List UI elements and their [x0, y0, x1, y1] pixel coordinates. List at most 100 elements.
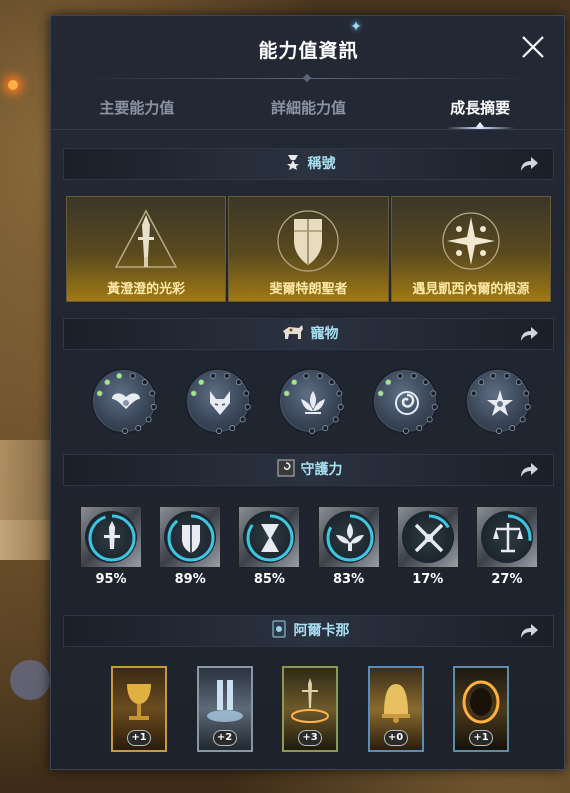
- share-arrow-icon[interactable]: [519, 622, 539, 640]
- star-burst-icon: [442, 212, 500, 270]
- guardian-percent: 83%: [333, 572, 365, 587]
- level-dot: [523, 390, 530, 397]
- arkana-card[interactable]: +3: [282, 666, 338, 752]
- ornament-icon: ✦: [350, 19, 362, 35]
- level-dot: [149, 390, 156, 397]
- level-dot: [426, 416, 433, 423]
- guardian-slot[interactable]: 83%: [317, 506, 381, 596]
- level-dot: [402, 427, 409, 434]
- shield-guardian-icon: [167, 514, 215, 562]
- lotus-emblem-icon: [301, 391, 325, 414]
- guardian-slot[interactable]: 89%: [158, 506, 222, 596]
- crystal-altar-card-icon: [206, 680, 243, 722]
- level-dot: [116, 372, 123, 379]
- guardian-percent: 17%: [412, 572, 444, 587]
- tab-growth-summary[interactable]: 成長摘要: [394, 94, 566, 129]
- title-medal-icon: [286, 155, 299, 170]
- level-dot: [316, 372, 323, 379]
- hourglass-guardian-icon: [246, 514, 294, 562]
- title-card[interactable]: 黃澄澄的光彩: [66, 196, 227, 302]
- crossed-swords-guardian-icon: [405, 514, 453, 562]
- flower-emblem-icon: [487, 390, 513, 416]
- background-building-2: [0, 520, 50, 560]
- divider-ornament: [302, 73, 312, 83]
- section-label-pets: 寵物: [310, 326, 339, 342]
- guardians-list: 95% 89% 85% 83% 17% 27%: [79, 506, 539, 596]
- level-dot: [129, 372, 136, 379]
- titles-list: 黃澄澄的光彩 斐爾特朗聖者 遇見凱西內爾的根源: [66, 196, 551, 302]
- close-icon: [522, 36, 544, 58]
- golden-chalice-card-icon: [127, 684, 151, 720]
- tab-detailed-stats[interactable]: 詳細能力值: [223, 94, 395, 129]
- level-dot: [244, 403, 251, 410]
- title-card[interactable]: 斐爾特朗聖者: [228, 196, 389, 302]
- pets-list: [91, 368, 531, 438]
- section-header-guardians: 守護力: [63, 454, 554, 486]
- level-dot: [332, 416, 339, 423]
- section-header-titles: 稱號: [63, 148, 554, 180]
- sword-triangle-icon: [114, 209, 178, 268]
- title-card[interactable]: 遇見凱西內爾的根源: [390, 196, 551, 302]
- level-dot: [515, 379, 522, 386]
- pet-slot[interactable]: [371, 368, 438, 434]
- stats-info-window: ✦ 能力值資訊 主要能力值 詳細能力值 成長摘要 稱號 黃澄澄的光彩 斐爾特朗聖…: [50, 15, 566, 770]
- level-dot: [190, 390, 197, 397]
- flower-guardian-icon: [326, 514, 374, 562]
- close-button[interactable]: [520, 34, 546, 60]
- sword-ring-card-icon: [291, 678, 329, 723]
- card-level-badge: +1: [469, 730, 493, 746]
- section-label-arkana: 阿爾卡那: [293, 623, 350, 639]
- arkana-list: +1 +2 +3 +0 +1: [111, 666, 509, 756]
- share-arrow-icon[interactable]: [519, 461, 539, 479]
- wolf-emblem-icon: [209, 391, 230, 415]
- pet-slot[interactable]: [465, 368, 531, 434]
- level-dot: [431, 403, 438, 410]
- scales-guardian-icon: [484, 514, 532, 562]
- guardian-slot[interactable]: 27%: [475, 506, 539, 596]
- title-name: 黃澄澄的光彩: [107, 282, 186, 297]
- level-dot: [415, 425, 422, 432]
- section-label-titles: 稱號: [307, 156, 336, 172]
- level-dot: [396, 372, 403, 379]
- guardian-percent: 27%: [491, 572, 523, 587]
- level-dot: [197, 379, 204, 386]
- arkana-card[interactable]: +1: [453, 666, 509, 752]
- arkana-card[interactable]: +2: [196, 666, 253, 752]
- level-dot: [478, 379, 485, 386]
- section-label-guardians: 守護力: [300, 462, 343, 478]
- level-dot: [490, 372, 497, 379]
- arkana-card[interactable]: +0: [367, 666, 424, 752]
- level-dot: [239, 416, 246, 423]
- level-dot: [422, 379, 429, 386]
- level-dot: [519, 416, 526, 423]
- level-dot: [377, 390, 384, 397]
- guardian-slot[interactable]: 85%: [237, 506, 301, 596]
- title-name: 遇見凱西內爾的根源: [412, 282, 530, 297]
- level-dot: [223, 372, 230, 379]
- pet-slot[interactable]: [184, 368, 251, 434]
- level-dot: [141, 379, 148, 386]
- guardian-percent: 89%: [174, 572, 206, 587]
- guardian-slot[interactable]: 95%: [79, 506, 143, 596]
- level-dot: [336, 390, 343, 397]
- level-dot: [328, 379, 335, 386]
- swirl-emblem-icon: [394, 391, 419, 415]
- level-dot: [145, 416, 152, 423]
- card-level-badge: +2: [212, 730, 237, 746]
- level-dot: [337, 403, 344, 410]
- share-arrow-icon[interactable]: [519, 155, 539, 173]
- level-dot: [291, 379, 298, 386]
- level-dot: [242, 390, 249, 397]
- guardian-slot[interactable]: 17%: [396, 506, 460, 596]
- title-name: 斐爾特朗聖者: [269, 282, 348, 297]
- pet-slot[interactable]: [91, 368, 157, 434]
- level-dot: [96, 390, 103, 397]
- guardian-percent: 85%: [253, 572, 285, 587]
- arkana-card[interactable]: +1: [111, 666, 167, 752]
- pet-slot[interactable]: [278, 368, 344, 434]
- level-dot: [309, 427, 316, 434]
- tab-main-stats[interactable]: 主要能力值: [51, 94, 223, 129]
- share-arrow-icon[interactable]: [519, 325, 539, 343]
- golden-bell-card-icon: [381, 684, 410, 723]
- level-dot: [303, 372, 310, 379]
